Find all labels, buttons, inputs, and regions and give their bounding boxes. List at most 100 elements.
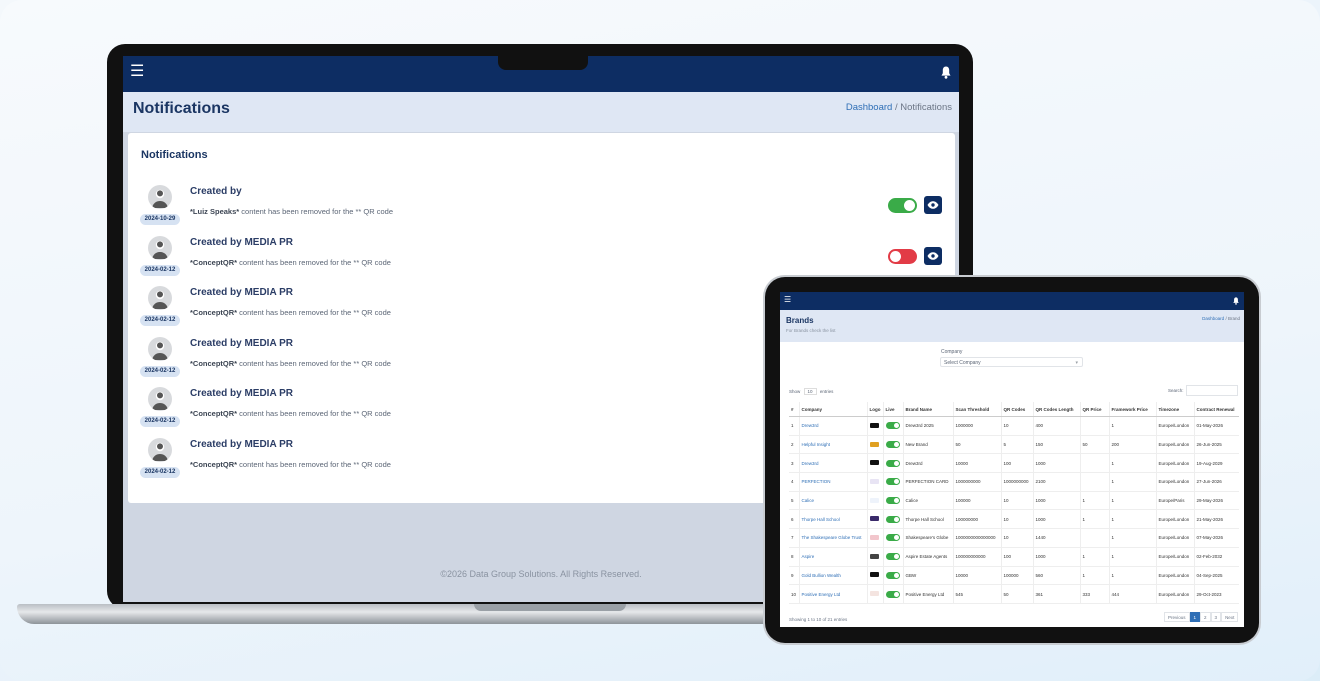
column-header[interactable]: QR Codes bbox=[1000, 402, 1033, 417]
brand-logo bbox=[869, 534, 879, 540]
table-row: 3 Drew3rd Drew3rd 10000 100 1000 1 Europe/Londo… bbox=[789, 453, 1239, 474]
cell-scan: 100000000 bbox=[952, 509, 1001, 530]
cell-fw: 1 bbox=[1108, 528, 1156, 548]
pager-item[interactable]: Next bbox=[1221, 612, 1239, 622]
search-input[interactable] bbox=[1186, 385, 1238, 396]
live-toggle[interactable] bbox=[885, 441, 900, 449]
hamburger-icon[interactable]: ☰ bbox=[784, 296, 791, 304]
pager-item[interactable]: 3 bbox=[1210, 612, 1222, 622]
breadcrumb-current: Notifications bbox=[900, 102, 952, 113]
pager-item[interactable]: 1 bbox=[1189, 612, 1201, 622]
cell-renew: 29-May-2026 bbox=[1193, 491, 1239, 511]
live-toggle[interactable] bbox=[885, 497, 900, 505]
live-toggle-cell bbox=[882, 416, 903, 436]
pager-item[interactable]: 2 bbox=[1200, 612, 1211, 622]
view-button[interactable] bbox=[924, 246, 942, 265]
table-row: 6 Thorpe Hall School Thorpe Hall School 100… bbox=[789, 509, 1239, 530]
cell-n: 6 bbox=[789, 509, 799, 530]
user-avatar-icon bbox=[148, 336, 172, 361]
brand-logo-cell bbox=[866, 566, 883, 586]
column-header[interactable]: # bbox=[789, 402, 799, 417]
breadcrumb-dashboard-link[interactable]: Dashboard bbox=[846, 102, 892, 113]
brand-logo bbox=[869, 460, 879, 466]
hamburger-icon[interactable]: ☰ bbox=[130, 64, 144, 80]
user-avatar-icon bbox=[148, 235, 172, 260]
tablet-navbar: ☰ bbox=[780, 292, 1244, 310]
cell-company[interactable]: Thorpe Hall School bbox=[798, 509, 867, 530]
breadcrumb-dashboard-link[interactable]: Dashboard bbox=[1202, 316, 1224, 321]
notification-subject: *Luiz Speaks* bbox=[190, 207, 240, 216]
eye-icon bbox=[927, 251, 939, 260]
column-header[interactable]: QR Codes Length bbox=[1032, 402, 1080, 417]
bell-icon[interactable] bbox=[941, 66, 951, 79]
cell-n: 1 bbox=[789, 416, 799, 436]
column-header[interactable]: QR Price bbox=[1079, 402, 1109, 417]
live-toggle[interactable] bbox=[885, 534, 900, 542]
cell-company[interactable]: Helpful Insight bbox=[798, 435, 867, 455]
cell-brand: Calice bbox=[902, 491, 953, 511]
cell-len: 1000 bbox=[1032, 509, 1080, 530]
breadcrumb: Dashboard / Notifications bbox=[846, 102, 952, 113]
laptop-notch bbox=[498, 44, 588, 70]
column-header[interactable]: Timezone bbox=[1155, 402, 1194, 417]
eye-icon bbox=[927, 201, 939, 209]
chevron-down-icon: ▾ bbox=[1075, 360, 1078, 366]
cell-n: 9 bbox=[789, 566, 799, 586]
column-header[interactable]: Logo bbox=[866, 402, 883, 417]
cell-company[interactable]: The Shakespeare Globe Trust bbox=[798, 528, 867, 548]
view-button[interactable] bbox=[924, 196, 942, 214]
live-toggle[interactable] bbox=[885, 515, 900, 523]
cell-len: 2100 bbox=[1032, 472, 1080, 492]
cell-company[interactable]: Drew3rd bbox=[798, 416, 867, 436]
cell-fw: 1 bbox=[1108, 509, 1156, 530]
column-header[interactable]: Framework Price bbox=[1108, 402, 1156, 417]
cell-renew: 19-Aug-2029 bbox=[1193, 453, 1239, 474]
cell-company[interactable]: Positive Energy Ltd bbox=[798, 584, 867, 604]
cell-qr: 10 bbox=[1000, 509, 1033, 530]
cell-price: 1 bbox=[1079, 547, 1109, 567]
cell-company[interactable]: Aspire bbox=[798, 547, 867, 567]
live-toggle[interactable] bbox=[885, 553, 900, 561]
cell-price bbox=[1079, 416, 1109, 436]
cell-fw: 1 bbox=[1108, 472, 1156, 492]
live-toggle[interactable] bbox=[885, 478, 900, 486]
cell-fw: 1 bbox=[1108, 566, 1156, 586]
pager-item[interactable]: Previous bbox=[1164, 612, 1190, 622]
brand-logo bbox=[869, 441, 879, 447]
live-toggle[interactable] bbox=[885, 422, 900, 430]
cell-len: 400 bbox=[1032, 416, 1080, 436]
notification-subject: *ConceptQR* bbox=[190, 459, 238, 469]
column-header[interactable]: Brand Name bbox=[902, 402, 953, 417]
company-select[interactable]: Select Company ▾ bbox=[940, 357, 1083, 367]
cell-fw: 200 bbox=[1108, 435, 1156, 455]
brand-logo-cell bbox=[866, 453, 883, 474]
cell-company[interactable]: Calice bbox=[798, 491, 867, 511]
cell-company[interactable]: PERFECTION bbox=[798, 472, 867, 492]
notification-toggle[interactable] bbox=[888, 248, 917, 264]
cell-brand: GBW bbox=[902, 566, 953, 586]
notification-text: content has been removed for the ** QR c… bbox=[237, 409, 391, 418]
cell-n: 10 bbox=[789, 584, 799, 604]
live-toggle[interactable] bbox=[885, 459, 900, 467]
notification-text: content has been removed for the ** QR c… bbox=[237, 257, 391, 267]
live-toggle-cell bbox=[882, 509, 903, 530]
column-header[interactable]: Scan Threshold bbox=[952, 402, 1001, 417]
cell-company[interactable]: Drew3rd bbox=[798, 453, 867, 474]
notification-toggle[interactable] bbox=[888, 198, 917, 213]
cell-qr: 10 bbox=[1000, 528, 1033, 548]
notification-title: Created by MEDIA PR bbox=[190, 337, 293, 349]
entries-select[interactable]: 10 bbox=[803, 388, 817, 395]
brands-table: # Company Logo Live Brand Name Scan Threshold… bbox=[789, 402, 1239, 604]
column-header[interactable]: Live bbox=[882, 402, 903, 417]
breadcrumb-separator: / bbox=[894, 102, 898, 113]
cell-n: 7 bbox=[789, 528, 799, 548]
column-header[interactable]: Company bbox=[798, 402, 867, 417]
brand-logo bbox=[869, 497, 879, 503]
live-toggle[interactable] bbox=[885, 571, 900, 579]
breadcrumb: Dashboard / Brand bbox=[1202, 316, 1240, 321]
live-toggle[interactable] bbox=[885, 590, 900, 598]
bell-icon[interactable] bbox=[1233, 297, 1239, 305]
cell-company[interactable]: Gold Bullion Wealth bbox=[798, 566, 867, 586]
column-header[interactable]: Contract Renewal bbox=[1193, 402, 1239, 417]
cell-renew: 04-Sep-2025 bbox=[1193, 566, 1239, 586]
